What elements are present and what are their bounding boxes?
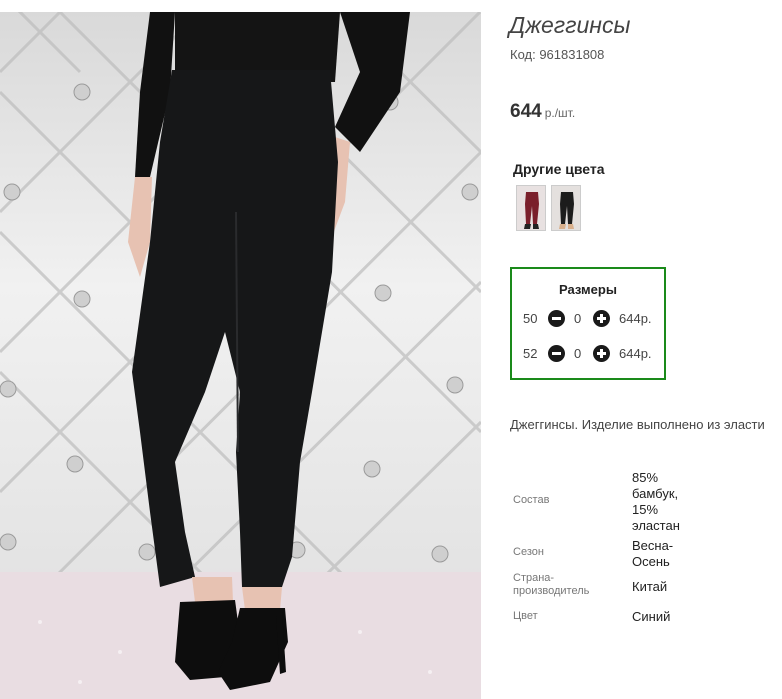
increase-quantity-button[interactable] — [593, 345, 610, 362]
size-row: 50 0 644р. — [512, 309, 664, 329]
increase-quantity-button[interactable] — [593, 310, 610, 327]
spec-value: Весна-Осень — [632, 538, 674, 569]
size-price: 644р. — [619, 346, 652, 361]
burgundy-jeggings-thumbnail-icon — [517, 186, 545, 230]
spec-key: Сезон — [513, 546, 544, 558]
decrease-quantity-button[interactable] — [548, 310, 565, 327]
spec-key: Цвет — [513, 610, 538, 622]
sizes-title: Размеры — [559, 282, 617, 297]
color-swatch-burgundy[interactable] — [516, 185, 546, 231]
size-label: 52 — [523, 346, 538, 361]
product-title: Джеггинсы — [509, 12, 631, 38]
black-jeggings-thumbnail-icon — [552, 186, 580, 230]
decrease-quantity-button[interactable] — [548, 345, 565, 362]
other-colors-label: Другие цвета — [513, 161, 605, 177]
quantity-value: 0 — [574, 311, 582, 326]
minus-icon — [552, 317, 561, 320]
price-value: 644 — [510, 101, 542, 122]
size-row: 52 0 644р. — [512, 344, 664, 364]
spec-key: Состав — [513, 494, 550, 506]
spec-value: 85% бамбук, 15% эластан — [632, 470, 680, 533]
product-description: Джеггинсы. Изделие выполнено из эласти — [510, 417, 765, 432]
spec-key: Страна-производитель — [513, 572, 590, 597]
price-unit: р./шт. — [544, 106, 576, 120]
product-photo[interactable] — [0, 12, 481, 699]
size-price: 644р. — [619, 311, 652, 326]
spec-value: Китай — [632, 579, 668, 594]
plus-icon — [597, 349, 606, 358]
product-code: Код: 961831808 — [510, 47, 605, 62]
spec-value: Синий — [632, 609, 671, 624]
color-swatch-black[interactable] — [551, 185, 581, 231]
minus-icon — [552, 352, 561, 355]
sizes-panel: Размеры 50 0 644р. 52 0 644р. — [510, 267, 666, 380]
quantity-value: 0 — [574, 346, 582, 361]
product-price: 644 р./шт. — [510, 101, 575, 123]
plus-icon — [597, 314, 606, 323]
size-label: 50 — [523, 311, 538, 326]
